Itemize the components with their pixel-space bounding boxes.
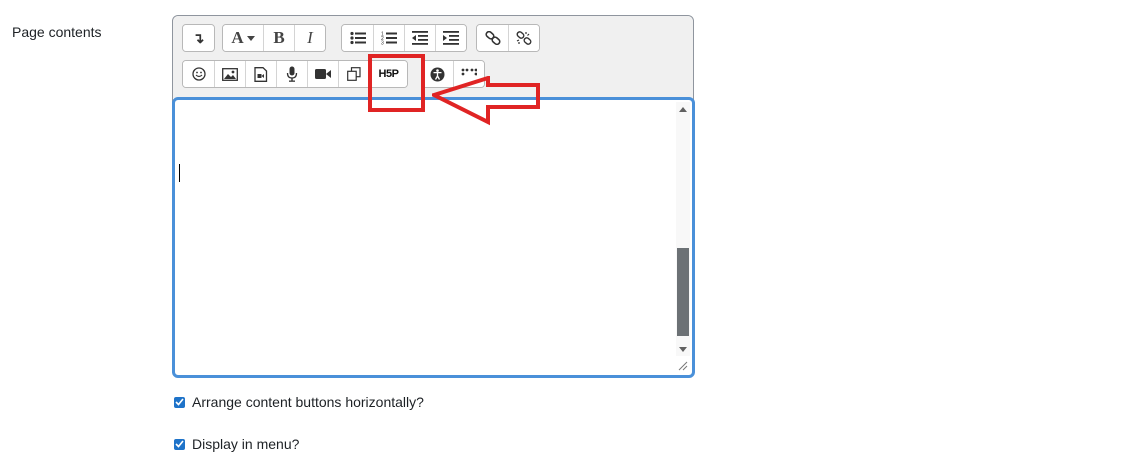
accessibility-checker-icon — [430, 67, 445, 81]
toolbar-group-lists: 1 2 3 — [341, 24, 467, 52]
ordered-list-button[interactable]: 1 2 3 — [373, 25, 404, 51]
indent-button[interactable] — [435, 25, 466, 51]
manage-files-button[interactable] — [338, 61, 369, 87]
editor-toolbar: ↴ A B I 1 2 3 H5P — [173, 16, 693, 98]
emoji-icon — [191, 67, 206, 81]
screenreader-helper-button[interactable] — [453, 61, 484, 87]
toolbar-group-insert: H5P — [182, 60, 408, 88]
font-size-icon: A — [231, 28, 244, 47]
bold-icon: B — [273, 28, 285, 47]
toolbar-group-collapse: ↴ — [182, 24, 215, 52]
image-button[interactable] — [214, 61, 245, 87]
atto-editor: ↴ A B I 1 2 3 H5P — [172, 15, 695, 378]
italic-icon: I — [307, 28, 313, 47]
indent-icon — [443, 31, 459, 45]
unlink-button[interactable] — [508, 25, 539, 51]
option-display-in-menu: Display in menu? — [174, 436, 299, 452]
italic-button[interactable]: I — [294, 25, 325, 51]
emoji-button[interactable] — [183, 61, 214, 87]
link-icon — [484, 31, 500, 45]
manage-files-icon — [347, 67, 361, 81]
media-button[interactable] — [245, 61, 276, 87]
link-button[interactable] — [477, 25, 508, 51]
display-in-menu-checkbox[interactable] — [174, 438, 185, 450]
toolbar-group-accessibility — [421, 60, 485, 88]
show-more-buttons[interactable]: ↴ — [183, 25, 214, 51]
scroll-up-arrow-icon[interactable] — [679, 107, 687, 112]
scroll-down-arrow-icon[interactable] — [679, 347, 687, 352]
outdent-button[interactable] — [404, 25, 435, 51]
record-audio-button[interactable] — [276, 61, 307, 87]
h5p-icon: H5P — [378, 68, 399, 80]
arrange-horizontally-label[interactable]: Arrange content buttons horizontally? — [192, 394, 424, 410]
arrange-horizontally-checkbox[interactable] — [174, 396, 185, 408]
ordered-list-icon: 1 2 3 — [381, 32, 397, 46]
show-more-buttons-icon: ↴ — [192, 29, 205, 46]
media-icon — [254, 66, 268, 82]
page-contents-label: Page contents — [12, 24, 102, 40]
checkmark-icon — [175, 398, 184, 406]
record-audio-icon — [286, 66, 298, 82]
editor-scrollbar[interactable] — [676, 102, 690, 356]
record-video-icon — [315, 69, 331, 79]
display-in-menu-label[interactable]: Display in menu? — [192, 436, 299, 452]
unordered-list-icon — [349, 31, 366, 45]
bold-button[interactable]: B — [263, 25, 294, 51]
font-size-button[interactable]: A — [223, 25, 263, 51]
image-icon — [222, 67, 238, 81]
record-video-button[interactable] — [307, 61, 338, 87]
unordered-list-button[interactable] — [342, 25, 373, 51]
unlink-icon — [516, 31, 532, 45]
option-arrange-horizontally: Arrange content buttons horizontally? — [174, 394, 424, 410]
outdent-icon — [412, 31, 428, 45]
text-caret — [179, 164, 180, 182]
svg-text:3: 3 — [381, 41, 384, 46]
toolbar-group-links — [476, 24, 540, 52]
h5p-button[interactable]: H5P — [369, 61, 407, 87]
accessibility-checker-button[interactable] — [422, 61, 453, 87]
checkmark-icon — [175, 440, 184, 448]
toolbar-group-style: A B I — [222, 24, 326, 52]
screenreader-helper-icon — [461, 68, 477, 76]
scrollbar-thumb[interactable] — [677, 248, 689, 336]
chevron-down-icon — [246, 35, 255, 41]
resize-handle-icon[interactable] — [676, 359, 688, 371]
editor-content-area[interactable] — [172, 97, 695, 378]
